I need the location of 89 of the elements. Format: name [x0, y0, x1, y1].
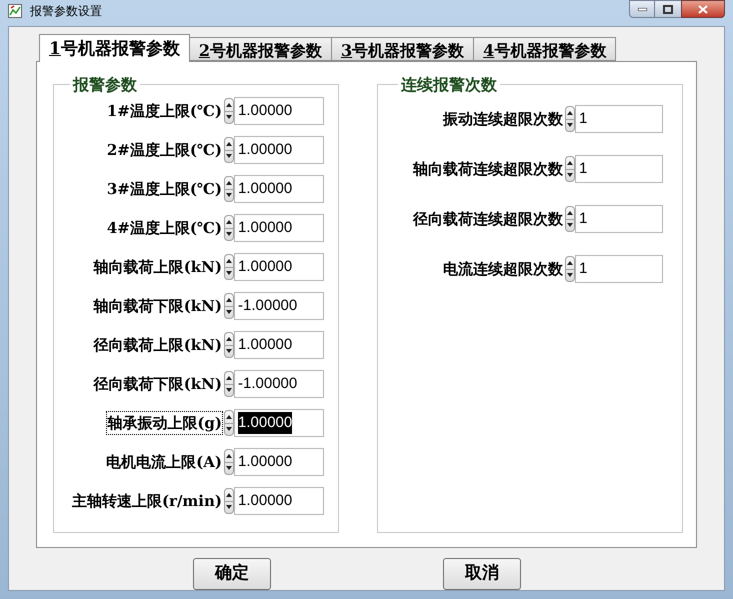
field-label: 径向载荷下限(kN) [94, 374, 222, 395]
field-label: 1#温度上限(℃) [106, 100, 222, 122]
spin-buttons[interactable] [565, 106, 575, 132]
close-button[interactable] [681, 0, 725, 18]
down-arrow-icon [226, 154, 232, 158]
up-arrow-icon [226, 102, 232, 107]
up-arrow-icon [226, 414, 232, 419]
minimize-icon [638, 8, 646, 10]
window-title: 报警参数设置 [30, 3, 102, 20]
spin-buttons[interactable] [565, 256, 575, 282]
number-field[interactable]: 1.00000 [234, 253, 324, 281]
spin-buttons[interactable] [224, 137, 234, 163]
down-arrow-icon [226, 505, 232, 510]
field-label: 4#温度上限(℃) [106, 218, 222, 239]
number-field[interactable]: 1.00000 [234, 97, 324, 125]
app-icon [8, 4, 22, 18]
tab[interactable]: 2号机器报警参数 [190, 37, 332, 61]
field-label: 振动连续超限次数 [443, 108, 563, 130]
tab[interactable]: 4号机器报警参数 [474, 37, 616, 61]
field-label: 轴向载荷下限(kN) [94, 296, 222, 317]
down-arrow-icon [226, 271, 232, 276]
up-arrow-icon [226, 298, 232, 302]
down-arrow-icon [226, 310, 232, 314]
number-field[interactable]: 1 [575, 155, 663, 183]
down-arrow-icon [226, 427, 232, 432]
number-field[interactable]: 1.00000 [234, 487, 324, 515]
down-arrow-icon [226, 193, 232, 198]
down-arrow-icon [567, 273, 573, 278]
up-arrow-icon [226, 492, 232, 497]
up-arrow-icon [567, 160, 573, 165]
number-field[interactable]: 1 [575, 255, 663, 283]
down-arrow-icon [226, 115, 232, 120]
up-arrow-icon [567, 260, 573, 265]
number-field[interactable]: -1.00000 [234, 370, 324, 398]
field-label: 主轴转速上限(r/min) [72, 490, 222, 512]
spin-buttons[interactable] [224, 293, 234, 319]
spin-buttons[interactable] [565, 156, 575, 182]
field-label: 3#温度上限(℃) [106, 178, 222, 200]
down-arrow-icon [226, 349, 232, 354]
field-label: 轴向载荷连续超限次数 [413, 158, 563, 180]
maximize-icon [663, 4, 673, 14]
number-field[interactable]: 1.00000 [234, 175, 324, 203]
dialog-button[interactable]: 取消 [443, 558, 521, 590]
number-field[interactable]: 1 [575, 105, 663, 133]
tab[interactable]: 1号机器报警参数 [39, 34, 190, 62]
close-icon [698, 4, 708, 14]
up-arrow-icon [226, 454, 232, 458]
field-label: 电流连续超限次数 [443, 258, 563, 280]
down-arrow-icon [226, 466, 232, 470]
up-arrow-icon [567, 110, 573, 115]
spin-buttons[interactable] [224, 488, 234, 514]
dialog-button[interactable]: 确定 [193, 558, 271, 590]
up-arrow-icon [226, 258, 232, 263]
spin-buttons[interactable] [224, 410, 234, 436]
field-label: 2#温度上限(℃) [106, 140, 222, 161]
up-arrow-icon [226, 220, 232, 224]
spin-buttons[interactable] [224, 449, 234, 475]
number-field[interactable]: 1.00000 [234, 136, 324, 164]
number-field[interactable]: -1.00000 [234, 292, 324, 320]
down-arrow-icon [567, 173, 573, 178]
number-field[interactable]: 1 [575, 205, 663, 233]
spin-buttons[interactable] [224, 371, 234, 397]
up-arrow-icon [567, 210, 573, 215]
spin-buttons[interactable] [224, 98, 234, 124]
field-label: 轴向载荷上限(kN) [94, 256, 222, 278]
spin-buttons[interactable] [224, 215, 234, 241]
number-field[interactable]: 1.00000 [234, 409, 324, 437]
spin-buttons[interactable] [224, 176, 234, 202]
spin-buttons[interactable] [224, 332, 234, 358]
number-field[interactable]: 1.00000 [234, 331, 324, 359]
number-field[interactable]: 1.00000 [234, 214, 324, 242]
field-label: 径向载荷上限(kN) [94, 334, 222, 356]
down-arrow-icon [226, 232, 232, 236]
up-arrow-icon [226, 180, 232, 185]
field-label: 径向载荷连续超限次数 [413, 208, 563, 230]
spin-buttons[interactable] [565, 206, 575, 232]
tab[interactable]: 3号机器报警参数 [332, 37, 474, 61]
down-arrow-icon [567, 223, 573, 228]
number-field[interactable]: 1.00000 [234, 448, 324, 476]
spin-buttons[interactable] [224, 254, 234, 280]
up-arrow-icon [226, 142, 232, 146]
down-arrow-icon [226, 388, 232, 392]
up-arrow-icon [226, 336, 232, 341]
field-label: 电机电流上限(A) [106, 452, 222, 473]
minimize-button[interactable] [629, 0, 655, 18]
field-label: 轴承振动上限(g) [107, 412, 222, 434]
maximize-button[interactable] [655, 0, 681, 18]
up-arrow-icon [226, 376, 232, 380]
down-arrow-icon [567, 123, 573, 128]
